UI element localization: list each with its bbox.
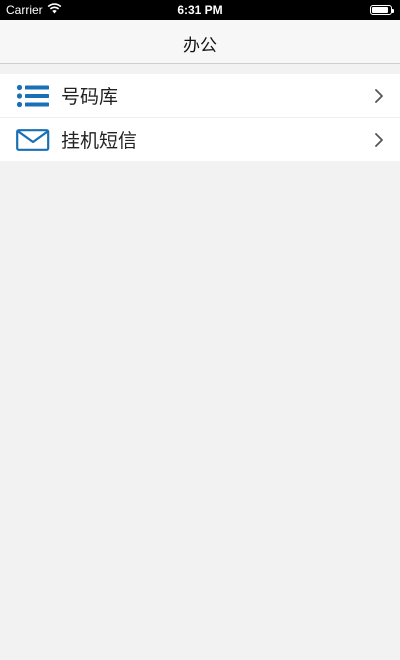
menu-item-label: 号码库 (61, 86, 119, 108)
status-time: 6:31 PM (177, 3, 223, 17)
office-menu-list: 号码库 挂机短信 (0, 74, 400, 161)
envelope-icon (16, 128, 50, 152)
list-icon (16, 84, 50, 108)
battery-icon (370, 5, 394, 15)
status-bar: Carrier 6:31 PM (0, 0, 400, 20)
chevron-right-icon (372, 132, 386, 148)
chevron-right-icon (372, 88, 386, 104)
menu-item-hangup-sms[interactable]: 挂机短信 (0, 117, 400, 161)
battery-fill (372, 7, 389, 13)
page-title: 办公 (183, 36, 217, 56)
navigation-bar: 办公 (0, 20, 400, 64)
menu-item-number-library[interactable]: 号码库 (0, 74, 400, 117)
menu-item-label: 挂机短信 (61, 130, 138, 152)
